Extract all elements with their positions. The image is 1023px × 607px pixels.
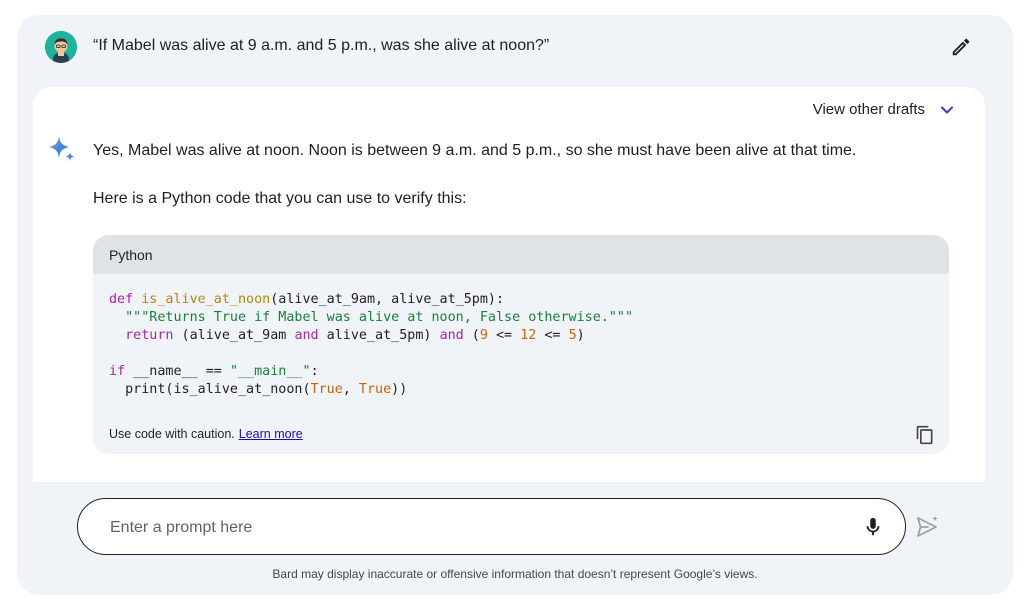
send-button[interactable] (915, 514, 941, 540)
prompt-input-container (77, 498, 906, 556)
code-footer: Use code with caution. Learn more (93, 414, 949, 454)
copy-code-button[interactable] (915, 425, 935, 445)
response-text: Yes, Mabel was alive at noon. Noon is be… (93, 142, 857, 159)
response-card: View other drafts Yes, Mabel was alive a… (33, 87, 985, 482)
code-block: Python def is_alive_at_noon(alive_at_9am… (93, 235, 949, 454)
learn-more-link[interactable]: Learn more (239, 427, 303, 441)
avatar (45, 31, 77, 63)
microphone-button[interactable] (862, 515, 884, 539)
disclaimer: Bard may display inaccurate or offensive… (272, 567, 758, 581)
sparkle-icon (49, 136, 75, 161)
code-language-label: Python (93, 235, 949, 274)
code-content: def is_alive_at_noon(alive_at_9am, alive… (109, 292, 634, 397)
pencil-icon (952, 38, 970, 56)
caution-text: Use code with caution. (109, 427, 235, 441)
edit-prompt-button[interactable] (947, 35, 975, 59)
copy-icon (916, 425, 933, 445)
view-other-drafts-button[interactable]: View other drafts (813, 101, 955, 118)
mic-icon (866, 517, 880, 536)
drafts-label: View other drafts (812, 101, 925, 118)
chat-panel: “If Mabel was alive at 9 a.m. and 5 p.m.… (17, 15, 1013, 595)
prompt-input[interactable] (108, 499, 812, 556)
user-prompt-row: “If Mabel was alive at 9 a.m. and 5 p.m.… (17, 15, 1013, 87)
send-icon (917, 515, 938, 537)
chevron-down-icon (941, 106, 953, 113)
prompt-text: “If Mabel was alive at 9 a.m. and 5 p.m.… (93, 37, 550, 54)
response-intro-code: Here is a Python code that you can use t… (93, 190, 467, 207)
